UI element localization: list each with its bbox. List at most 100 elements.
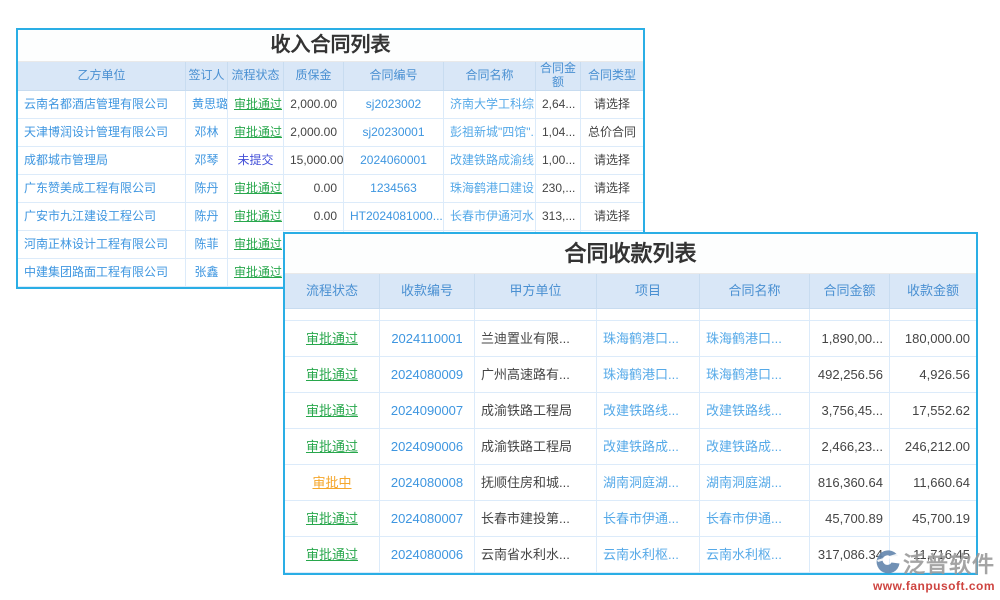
cell-flow-status-link[interactable]: 审批通过 [285, 429, 380, 465]
receipt-table-row[interactable]: 审批通过 2024090006 成渝铁路工程局 改建铁路成... 改建铁路成..… [285, 429, 976, 465]
cell-party-a-unit: 抚顺住房和城... [475, 465, 597, 501]
cell-receipt-amount: 11,660.64 [890, 465, 976, 501]
cell-contract-code-link[interactable]: 2024060001 [344, 147, 444, 175]
column-header-contract-name: 合同名称 [444, 62, 536, 90]
income-header-row: 乙方单位 签订人 流程状态 质保金 合同编号 合同名称 合同金额 合同类型 [18, 62, 643, 91]
cell-contract-code-link[interactable]: sj2023002 [344, 91, 444, 119]
watermark-brand-text: 泛普软件 [903, 547, 995, 579]
cell-retention: 0.00 [284, 203, 344, 231]
cell-party-b-link[interactable]: 成都城市管理局 [18, 147, 186, 175]
receipt-table-row[interactable]: 审批通过 2024080009 广州高速路有... 珠海鹤港口... 珠海鹤港口… [285, 357, 976, 393]
cell-party-a-unit: 长春市建投第... [475, 501, 597, 537]
cell-project-link[interactable]: 珠海鹤港口... [597, 357, 700, 393]
cell-flow-status-link[interactable]: 审批通过 [285, 357, 380, 393]
cell-contract-name-link[interactable]: 珠海鹤港口... [700, 357, 810, 393]
cell-contract-type-select[interactable]: 请选择 [581, 175, 643, 203]
cell-contract-type-select[interactable]: 请选择 [581, 91, 643, 119]
cell-receipt-code-link[interactable]: 2024080008 [380, 465, 475, 501]
income-table-row[interactable]: 天津博润设计管理有限公司 邓林 审批通过 2,000.00 sj20230001… [18, 119, 643, 147]
receipt-table-row[interactable]: 审批通过 2024110001 兰迪置业有限... 珠海鹤港口... 珠海鹤港口… [285, 321, 976, 357]
income-table-row[interactable]: 广安市九江建设工程公司 陈丹 审批通过 0.00 HT2024081000...… [18, 203, 643, 231]
cell-contract-name-link[interactable]: 云南水利枢... [700, 537, 810, 573]
cell-receipt-code-link[interactable]: 2024080006 [380, 537, 475, 573]
cell-contract-type-select[interactable]: 请选择 [581, 203, 643, 231]
cell-receipt-amount: 4,926.56 [890, 357, 976, 393]
cell-contract-code-link[interactable]: HT2024081000... [344, 203, 444, 231]
cell-party-b-link[interactable]: 河南正林设计工程有限公司 [18, 231, 186, 259]
fanpu-logo-icon [875, 548, 901, 579]
receipt-table-row[interactable]: 审批通过 2024090007 成渝铁路工程局 改建铁路线... 改建铁路线..… [285, 393, 976, 429]
cell-contract-name-link[interactable]: 改建铁路线... [700, 393, 810, 429]
cell-signer: 邓琴 [186, 147, 228, 175]
cell-flow-status-link[interactable]: 审批通过 [228, 91, 284, 119]
cell-contract-amount: 1,04... [536, 119, 581, 147]
cell-project-link[interactable]: 改建铁路线... [597, 393, 700, 429]
receipt-table-row[interactable]: 审批中 2024080008 抚顺住房和城... 湖南洞庭湖... 湖南洞庭湖.… [285, 465, 976, 501]
cell-contract-name-link[interactable]: 改建铁路成渝线... [444, 147, 536, 175]
cell-project-link[interactable]: 云南水利枢... [597, 537, 700, 573]
cell-flow-status-link[interactable]: 审批通过 [285, 537, 380, 573]
fanpu-watermark: 泛普软件 www.fanpusoft.com [873, 547, 995, 593]
cell-party-b-link[interactable]: 中建集团路面工程有限公司 [18, 259, 186, 287]
cell-contract-type-select[interactable]: 请选择 [581, 147, 643, 175]
blank-row [285, 309, 976, 321]
cell-retention: 15,000.00 [284, 147, 344, 175]
cell-contract-name-link[interactable]: 济南大学工科综... [444, 91, 536, 119]
cell-party-b-link[interactable]: 广安市九江建设工程公司 [18, 203, 186, 231]
cell-party-a-unit: 云南省水利水... [475, 537, 597, 573]
cell-contract-amount: 45,700.89 [810, 501, 890, 537]
cell-flow-status-link[interactable]: 审批通过 [228, 175, 284, 203]
income-table-row[interactable]: 云南名都酒店管理有限公司 黄思璐 审批通过 2,000.00 sj2023002… [18, 91, 643, 119]
cell-receipt-amount: 180,000.00 [890, 321, 976, 357]
column-header-signer: 签订人 [186, 62, 228, 90]
cell-contract-code-link[interactable]: 1234563 [344, 175, 444, 203]
cell-receipt-code-link[interactable]: 2024090006 [380, 429, 475, 465]
cell-flow-status-link[interactable]: 审批通过 [228, 259, 284, 287]
cell-contract-name-link[interactable]: 长春市伊通... [700, 501, 810, 537]
cell-signer: 陈菲 [186, 231, 228, 259]
cell-receipt-code-link[interactable]: 2024110001 [380, 321, 475, 357]
cell-contract-name-link[interactable]: 彭祖新城"四馆"... [444, 119, 536, 147]
income-table-row[interactable]: 成都城市管理局 邓琴 未提交 15,000.00 2024060001 改建铁路… [18, 147, 643, 175]
cell-receipt-amount: 17,552.62 [890, 393, 976, 429]
cell-contract-amount: 313,... [536, 203, 581, 231]
column-header-flow-status: 流程状态 [228, 62, 284, 90]
cell-contract-amount: 492,256.56 [810, 357, 890, 393]
cell-flow-status-link[interactable]: 审批通过 [285, 321, 380, 357]
cell-receipt-code-link[interactable]: 2024080007 [380, 501, 475, 537]
column-header-contract-name: 合同名称 [700, 274, 810, 308]
cell-signer: 黄思璐 [186, 91, 228, 119]
cell-contract-name-link[interactable]: 珠海鹤港口建设... [444, 175, 536, 203]
cell-signer: 陈丹 [186, 175, 228, 203]
receipt-table-row[interactable]: 审批通过 2024080007 长春市建投第... 长春市伊通... 长春市伊通… [285, 501, 976, 537]
cell-contract-name-link[interactable]: 珠海鹤港口... [700, 321, 810, 357]
cell-contract-name-link[interactable]: 改建铁路成... [700, 429, 810, 465]
cell-project-link[interactable]: 湖南洞庭湖... [597, 465, 700, 501]
cell-contract-amount: 230,... [536, 175, 581, 203]
cell-contract-name-link[interactable]: 长春市伊通河水... [444, 203, 536, 231]
cell-party-b-link[interactable]: 天津博润设计管理有限公司 [18, 119, 186, 147]
cell-contract-name-link[interactable]: 湖南洞庭湖... [700, 465, 810, 501]
cell-flow-status-link[interactable]: 未提交 [228, 147, 284, 175]
cell-receipt-code-link[interactable]: 2024090007 [380, 393, 475, 429]
cell-signer: 邓林 [186, 119, 228, 147]
income-table-title: 收入合同列表 [18, 30, 643, 62]
cell-party-b-link[interactable]: 广东赞美成工程有限公司 [18, 175, 186, 203]
cell-flow-status-link[interactable]: 审批通过 [285, 501, 380, 537]
cell-flow-status-link[interactable]: 审批通过 [228, 231, 284, 259]
cell-party-b-link[interactable]: 云南名都酒店管理有限公司 [18, 91, 186, 119]
cell-project-link[interactable]: 珠海鹤港口... [597, 321, 700, 357]
cell-contract-amount: 2,64... [536, 91, 581, 119]
cell-flow-status-link[interactable]: 审批通过 [285, 393, 380, 429]
cell-contract-code-link[interactable]: sj20230001 [344, 119, 444, 147]
cell-receipt-code-link[interactable]: 2024080009 [380, 357, 475, 393]
cell-flow-status-link[interactable]: 审批通过 [228, 119, 284, 147]
column-header-contract-amount: 合同金额 [810, 274, 890, 308]
column-header-project: 项目 [597, 274, 700, 308]
cell-contract-type-select[interactable]: 总价合同 [581, 119, 643, 147]
cell-flow-status-link[interactable]: 审批中 [285, 465, 380, 501]
cell-flow-status-link[interactable]: 审批通过 [228, 203, 284, 231]
cell-project-link[interactable]: 改建铁路成... [597, 429, 700, 465]
cell-project-link[interactable]: 长春市伊通... [597, 501, 700, 537]
income-table-row[interactable]: 广东赞美成工程有限公司 陈丹 审批通过 0.00 1234563 珠海鹤港口建设… [18, 175, 643, 203]
